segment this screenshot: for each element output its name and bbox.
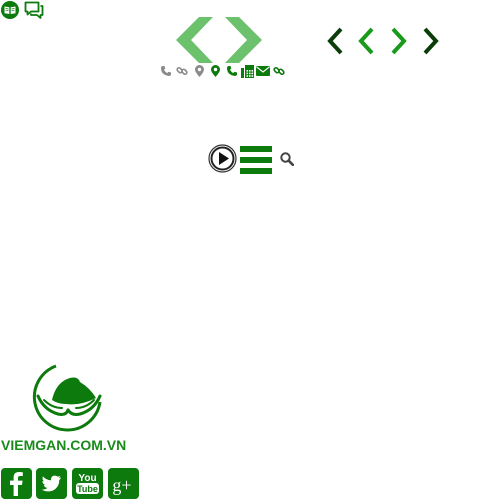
map-marker-icon	[195, 65, 204, 77]
map-marker-icon	[211, 65, 220, 77]
chevron-right-icon[interactable]	[224, 17, 262, 63]
chevron-right-icon[interactable]	[422, 27, 439, 55]
twitter-button[interactable]	[36, 468, 67, 499]
play-circle-icon[interactable]	[208, 144, 237, 173]
hamburger-menu-icon[interactable]	[240, 146, 272, 174]
youtube-button[interactable]: You Tube	[72, 468, 103, 499]
phone-icon	[226, 65, 238, 77]
google-plus-button[interactable]: g+	[108, 468, 139, 499]
phone-icon	[160, 65, 172, 77]
search-icon[interactable]	[280, 152, 294, 166]
chat-bubbles-icon[interactable]	[24, 1, 44, 20]
envelope-icon	[256, 65, 270, 77]
chevron-left-icon[interactable]	[176, 17, 214, 63]
google-plus-icon: g+	[112, 475, 131, 495]
chevron-left-icon[interactable]	[358, 27, 375, 55]
link-icon	[176, 65, 188, 77]
brand-name[interactable]: VIEMGAN.COM.VN	[1, 437, 126, 453]
book-circle-icon[interactable]	[1, 1, 19, 19]
twitter-icon	[41, 475, 61, 492]
youtube-label-top: You	[78, 473, 96, 484]
viemgan-logo[interactable]	[30, 362, 106, 432]
youtube-icon: You Tube	[76, 473, 99, 494]
chevron-right-icon[interactable]	[390, 27, 407, 55]
link-icon	[273, 65, 285, 77]
google-plus-label: g+	[112, 475, 131, 495]
chevron-left-icon[interactable]	[327, 27, 344, 55]
youtube-label-bottom: Tube	[77, 484, 98, 494]
facebook-button[interactable]	[1, 468, 32, 499]
facebook-icon	[10, 472, 23, 496]
fax-icon	[241, 65, 254, 78]
